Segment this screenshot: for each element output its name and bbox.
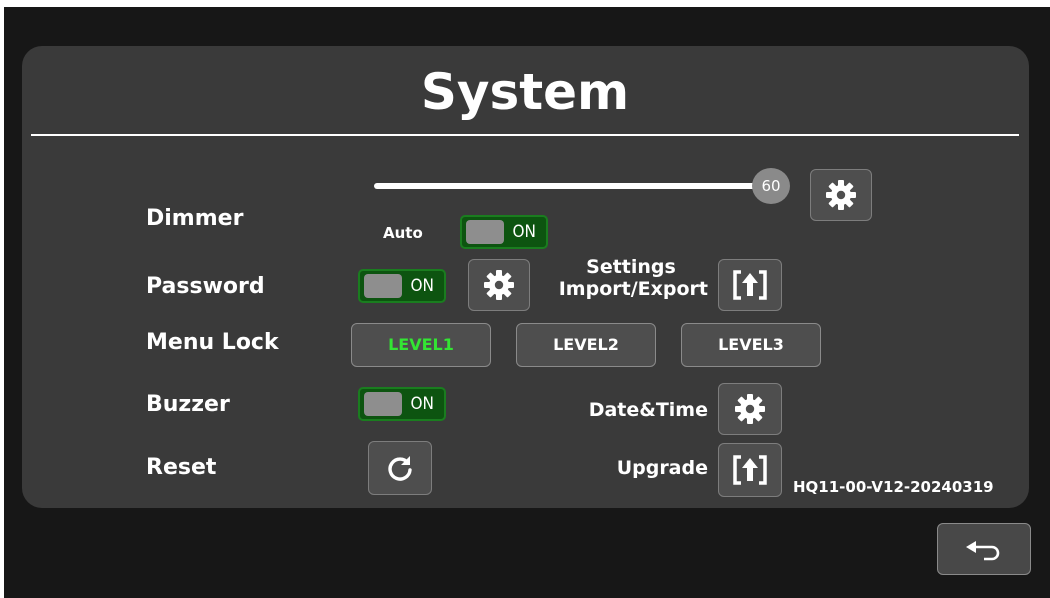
toggle-knob: [364, 274, 402, 298]
dimmer-auto-toggle[interactable]: ON: [460, 215, 548, 249]
menu-lock-level1-button[interactable]: LEVEL1: [351, 323, 491, 367]
password-settings-button[interactable]: [468, 259, 530, 311]
gear-icon: [735, 394, 765, 424]
refresh-icon: [388, 456, 412, 481]
firmware-version: HQ11-00-V12-20240319: [793, 478, 994, 496]
title-divider: [31, 134, 1019, 136]
dimmer-slider[interactable]: [374, 183, 766, 189]
date-time-label: Date&Time: [588, 399, 708, 421]
settings-label-line1: Settings: [586, 256, 676, 278]
toggle-knob: [466, 220, 504, 244]
menu-lock-label: Menu Lock: [146, 330, 279, 355]
password-toggle[interactable]: ON: [358, 269, 446, 303]
settings-import-export-button[interactable]: [718, 259, 782, 311]
menu-lock-level3-button[interactable]: LEVEL3: [681, 323, 821, 367]
dimmer-auto-label: Auto: [383, 224, 423, 242]
gear-icon: [484, 270, 514, 300]
reset-button[interactable]: [368, 441, 432, 495]
page-title: System: [420, 63, 630, 121]
toggle-state: ON: [410, 394, 434, 414]
back-arrow-icon: [966, 541, 1000, 561]
upgrade-label: Upgrade: [616, 457, 708, 479]
upload-icon: [733, 270, 767, 300]
toggle-state: ON: [512, 222, 536, 242]
upgrade-button[interactable]: [718, 443, 782, 497]
menu-lock-level2-button[interactable]: LEVEL2: [516, 323, 656, 367]
toggle-knob: [364, 392, 402, 416]
settings-label-line2: Import/Export: [558, 278, 708, 300]
buzzer-toggle[interactable]: ON: [358, 387, 446, 421]
back-button[interactable]: [937, 523, 1031, 575]
dimmer-settings-button[interactable]: [810, 169, 872, 221]
gear-icon: [826, 180, 856, 210]
settings-import-export-label: Settings Import/Export: [540, 256, 708, 300]
upload-icon: [733, 455, 767, 485]
dimmer-slider-thumb[interactable]: 60: [752, 168, 790, 204]
reset-label: Reset: [146, 455, 217, 480]
date-time-settings-button[interactable]: [718, 383, 782, 435]
dimmer-label: Dimmer: [146, 206, 244, 231]
buzzer-label: Buzzer: [146, 392, 230, 417]
toggle-state: ON: [410, 276, 434, 296]
password-label: Password: [146, 274, 265, 299]
